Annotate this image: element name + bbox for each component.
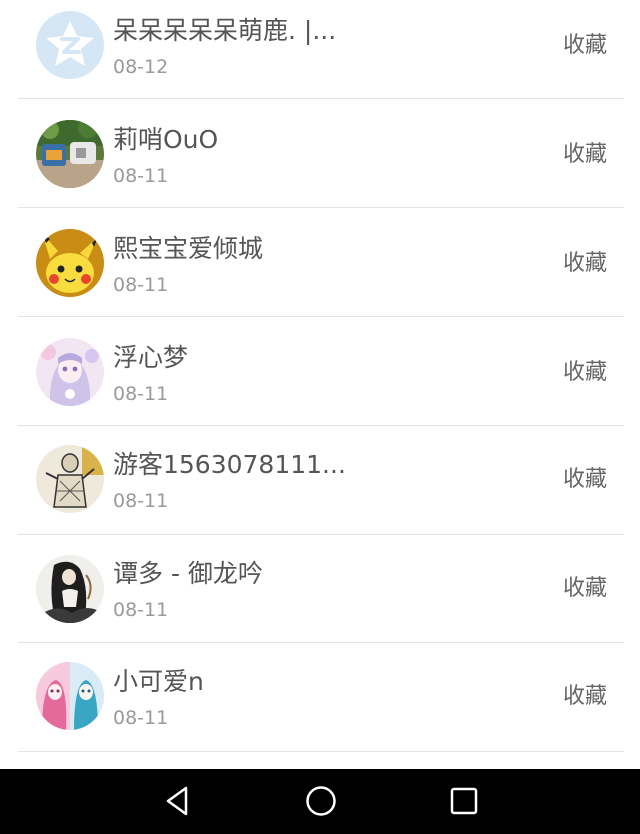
list-item[interactable]: 浮心梦 08-11 收藏 [0, 318, 640, 426]
user-name: 浮心梦 [113, 343, 189, 372]
anime-pair-icon [36, 662, 104, 730]
visit-date: 08-11 [113, 707, 169, 729]
visit-date: 08-11 [113, 383, 169, 405]
user-name: 游客1563078111... [113, 450, 346, 479]
back-button[interactable] [160, 783, 196, 819]
user-name: 熙宝宝爱倾城 [113, 234, 264, 263]
list-item[interactable]: 游客1563078111... 08-11 收藏 [0, 427, 640, 535]
avatar[interactable] [36, 11, 104, 79]
visitor-list: 呆呆呆呆呆萌鹿. |... 08-12 收藏 莉哨OuO 08-11 收藏 熙宝… [0, 0, 640, 769]
visit-date: 08-11 [113, 490, 169, 512]
anime-girl-icon [36, 338, 104, 406]
avatar[interactable] [36, 120, 104, 188]
visit-date: 08-11 [113, 274, 169, 296]
favorite-button[interactable]: 收藏 [563, 576, 607, 602]
visit-date: 08-11 [113, 599, 169, 621]
favorite-button[interactable]: 收藏 [563, 33, 607, 59]
system-navigation-bar [0, 769, 640, 834]
list-item[interactable]: 谭多 - 御龙吟 08-11 收藏 [0, 535, 640, 643]
visit-date: 08-11 [113, 165, 169, 187]
favorite-button[interactable]: 收藏 [563, 684, 607, 710]
visit-date: 08-12 [113, 56, 169, 78]
divider [18, 642, 624, 643]
divider [18, 316, 624, 317]
divider [18, 751, 624, 752]
user-name: 谭多 - 御龙吟 [113, 559, 263, 588]
divider [18, 207, 624, 208]
photo-avatar-icon [36, 120, 104, 188]
list-item[interactable]: 莉哨OuO 08-11 收藏 [0, 100, 640, 208]
recents-button[interactable] [446, 783, 482, 819]
divider [18, 425, 624, 426]
list-item[interactable]: 熙宝宝爱倾城 08-11 收藏 [0, 209, 640, 317]
home-button[interactable] [303, 783, 339, 819]
user-name: 呆呆呆呆呆萌鹿. |... [113, 16, 337, 45]
recents-square-icon [450, 787, 478, 815]
favorite-button[interactable]: 收藏 [563, 360, 607, 386]
list-item[interactable]: 小可爱n 08-11 收藏 [0, 644, 640, 752]
avatar[interactable] [36, 445, 104, 513]
avatar[interactable] [36, 229, 104, 297]
user-name: 莉哨OuO [113, 125, 219, 154]
favorite-button[interactable]: 收藏 [563, 467, 607, 493]
sketch-figure-icon [36, 445, 104, 513]
favorite-button[interactable]: 收藏 [563, 142, 607, 168]
avatar[interactable] [36, 555, 104, 623]
divider [18, 98, 624, 99]
avatar[interactable] [36, 662, 104, 730]
list-item[interactable]: 呆呆呆呆呆萌鹿. |... 08-12 收藏 [0, 0, 640, 99]
favorite-button[interactable]: 收藏 [563, 251, 607, 277]
user-name: 小可爱n [113, 667, 204, 696]
home-circle-icon [306, 786, 336, 816]
qq-logo-icon [36, 11, 104, 79]
ink-figure-icon [36, 555, 104, 623]
back-triangle-icon [166, 786, 188, 816]
pikachu-icon [36, 229, 104, 297]
avatar[interactable] [36, 338, 104, 406]
